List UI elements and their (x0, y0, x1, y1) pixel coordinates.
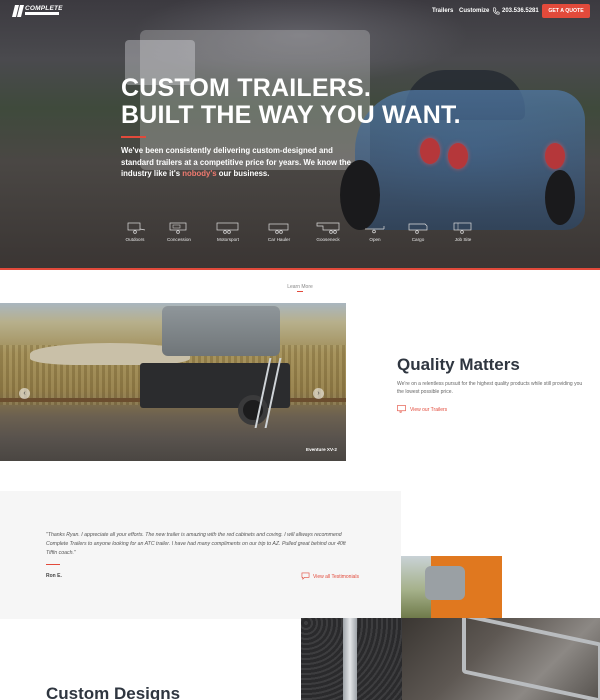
top-nav: COMPLETE Trailers Customize 203.536.5281… (0, 0, 600, 26)
category-open[interactable]: Open (357, 222, 393, 242)
category-label: Gooseneck (316, 237, 340, 242)
phone-number-link[interactable]: 203.536.5281 (502, 8, 539, 14)
logo-icon (12, 5, 24, 17)
category-label: Outdoors (125, 237, 145, 242)
quality-heading: Quality Matters (397, 355, 520, 374)
open-trailer-icon (365, 226, 385, 234)
category-concession[interactable]: Concession (161, 222, 197, 242)
photo-caption: Eventure XV-2 (306, 447, 337, 452)
category-cargo[interactable]: Cargo (400, 222, 436, 242)
photo-rooftop-tent (162, 306, 280, 356)
category-outdoors[interactable]: Outdoors (117, 222, 153, 242)
photo-rail (462, 618, 600, 700)
category-motorsport[interactable]: Motorsport (210, 222, 246, 242)
logo-text: COMPLETE (25, 5, 63, 12)
photo-floor-track (343, 618, 357, 700)
cargo-trailer-photo (401, 556, 502, 618)
carousel-prev-button[interactable]: ‹ (19, 388, 30, 399)
tail-light (420, 138, 440, 164)
car-hauler-trailer-icon (268, 223, 289, 234)
custom-designs-heading: Custom Designs (46, 684, 181, 700)
motorsport-trailer-icon (216, 222, 239, 234)
hero-divider (121, 136, 146, 138)
testimonial-author: Ron E. (46, 573, 62, 579)
hero-subtitle: We've been consistently delivering custo… (121, 145, 361, 180)
interior-rail-photo (402, 618, 600, 700)
hero-subtitle-highlight: nobody's (182, 169, 217, 178)
phone-icon (492, 7, 500, 15)
trailer-link-icon (397, 405, 406, 413)
flooring-photo (301, 618, 402, 700)
testimonial-divider (46, 564, 60, 565)
speech-bubble-icon (301, 572, 310, 580)
category-label: Motorsport (217, 237, 239, 242)
photo-covered-unit (425, 566, 465, 600)
logo-tagline-bar (25, 12, 59, 15)
learn-more-link[interactable]: Learn More (270, 284, 330, 290)
category-label: Cargo (411, 237, 425, 242)
view-testimonials-link[interactable]: View all Testimonials (313, 574, 359, 580)
logo[interactable]: COMPLETE (12, 5, 63, 17)
testimonial-quote: "Thanks Ryan. I appreciate all your effo… (46, 532, 346, 556)
hero-accent-line (0, 268, 600, 270)
hero-title-line1: CUSTOM TRAILERS. (121, 74, 371, 102)
cargo-trailer-icon (408, 223, 428, 234)
tail-light (545, 143, 565, 169)
quality-text: We're on a relentless pursuit for the hi… (397, 381, 583, 395)
category-job-site[interactable]: Job Site (445, 222, 481, 242)
outdoors-trailer-icon (127, 222, 146, 234)
carousel-next-button[interactable]: › (313, 388, 324, 399)
concession-trailer-icon (169, 222, 187, 234)
hero-title-line2: BUILT THE WAY YOU WANT. (121, 101, 461, 129)
nav-link-customize[interactable]: Customize (459, 8, 489, 14)
car-tire (545, 170, 575, 225)
hero-title: CUSTOM TRAILERS. BUILT THE WAY YOU WANT. (121, 75, 541, 129)
category-gooseneck[interactable]: Gooseneck (310, 222, 346, 242)
category-label: Car Hauler (267, 237, 291, 242)
nav-link-trailers[interactable]: Trailers (432, 8, 453, 14)
featured-trailer-photo: ‹ › (0, 303, 346, 461)
category-label: Open (369, 237, 381, 242)
category-label: Concession (166, 237, 191, 242)
hero-section: COMPLETE Trailers Customize 203.536.5281… (0, 0, 600, 270)
hero-subtitle-end: our business. (216, 169, 270, 178)
learn-more-underline (297, 291, 303, 292)
category-car-hauler[interactable]: Car Hauler (261, 222, 297, 242)
category-label: Job Site (454, 237, 472, 242)
job-site-trailer-icon (453, 222, 472, 234)
get-a-quote-button[interactable]: GET A QUOTE (542, 4, 590, 18)
gooseneck-trailer-icon (316, 222, 340, 234)
tail-light (448, 143, 468, 169)
view-trailers-link[interactable]: View our Trailers (410, 407, 447, 413)
